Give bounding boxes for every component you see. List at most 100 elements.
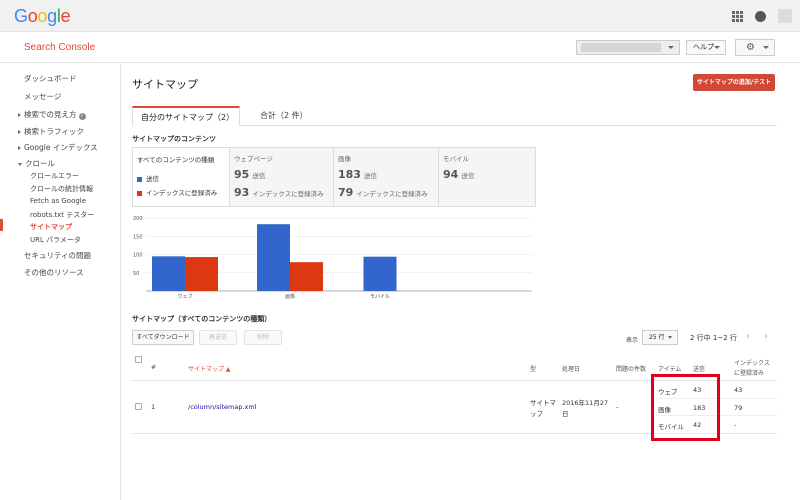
help-label: ヘルプ bbox=[693, 43, 714, 51]
legend-indexed-label: インデックスに登録済み bbox=[146, 189, 218, 197]
select-all-checkbox[interactable] bbox=[135, 356, 142, 363]
page-title: サイトマップ bbox=[132, 78, 198, 91]
delete-button[interactable]: 削除 bbox=[244, 330, 282, 345]
header-type[interactable]: 型 bbox=[530, 364, 536, 373]
legend-indexed: インデックスに登録済み bbox=[137, 187, 217, 197]
logo-letter-g: G bbox=[14, 6, 28, 26]
content-type-title: 画像 bbox=[338, 155, 351, 163]
contents-section-label: サイトマップのコンテンツ bbox=[132, 135, 216, 143]
header-items: アイテム bbox=[658, 366, 682, 373]
product-name[interactable]: Search Console bbox=[24, 42, 95, 53]
sidebar-item-search-traffic[interactable]: 検索トラフィック bbox=[18, 126, 84, 137]
sidebar-item-crawl[interactable]: クロール bbox=[18, 158, 55, 169]
content-type-web[interactable]: ウェブページ 95 送信 93 インデックスに登録済み bbox=[230, 148, 334, 206]
header-issues[interactable]: 問題の件数 bbox=[616, 364, 646, 373]
expand-arrow-icon bbox=[18, 113, 21, 117]
row-date-line2: 日 bbox=[562, 410, 569, 418]
sidebar-item-messages[interactable]: メッセージ bbox=[24, 91, 61, 102]
header-number: # bbox=[151, 364, 157, 371]
add-test-sitemap-button[interactable]: サイトマップの追加/テスト bbox=[693, 74, 775, 91]
row-date-line1: 2016年11月27 bbox=[562, 399, 609, 407]
notifications-icon[interactable] bbox=[755, 10, 766, 22]
bar-indexed bbox=[290, 262, 323, 291]
row-number: 1 bbox=[151, 403, 156, 411]
submitted-label: 送信 bbox=[252, 172, 266, 180]
sidebar-item-label: 検索での見え方 bbox=[24, 110, 77, 119]
sidebar-item-sitemaps[interactable]: サイトマップ bbox=[30, 222, 72, 232]
tab-all-sitemaps[interactable]: 合計（2 件） bbox=[252, 106, 316, 126]
logo-letter-g2: g bbox=[47, 6, 57, 26]
tab-bar: 自分のサイトマップ（2） 合計（2 件） bbox=[132, 106, 777, 126]
sub-header: Search Console ヘルプ ⚙ bbox=[0, 32, 800, 63]
row-checkbox[interactable] bbox=[135, 403, 142, 410]
submitted-label: 送信 bbox=[461, 172, 475, 180]
bar-submitted bbox=[257, 224, 290, 291]
highlight-annotation bbox=[651, 374, 720, 441]
header-sitemap[interactable]: サイトマップ ▲ bbox=[188, 364, 231, 373]
sidebar-item-security-issues[interactable]: セキュリティの問題 bbox=[24, 250, 91, 261]
help-button[interactable]: ヘルプ bbox=[686, 40, 726, 55]
legend-submitted-label: 送信 bbox=[146, 175, 159, 183]
property-name-redacted bbox=[581, 43, 661, 52]
sidebar-item-crawl-errors[interactable]: クロールエラー bbox=[30, 171, 79, 181]
sidebar-item-crawl-stats[interactable]: クロールの統計情報 bbox=[30, 184, 93, 194]
prev-page-button[interactable]: ‹ bbox=[740, 330, 756, 345]
header-processed[interactable]: 処理日 bbox=[562, 364, 580, 373]
sidebar-item-search-appearance[interactable]: 検索での見え方 i bbox=[18, 109, 86, 120]
sitemap-link[interactable]: /column/sitemap.xml bbox=[188, 403, 257, 411]
sidebar-item-google-index[interactable]: Google インデックス bbox=[18, 142, 98, 153]
pagination-range: 2 行中 1~2 行 bbox=[690, 334, 737, 342]
stat-submitted: 95 送信 bbox=[234, 168, 265, 181]
y-tick-label: 50 bbox=[133, 271, 139, 277]
rows-per-page-select[interactable]: 25 行 bbox=[642, 330, 678, 345]
legend-swatch-submitted bbox=[137, 176, 142, 182]
avatar[interactable] bbox=[778, 9, 792, 23]
sidebar-item-dashboard[interactable]: ダッシュボード bbox=[24, 73, 77, 84]
content-type-mobile[interactable]: モバイル 94 送信 bbox=[439, 148, 535, 206]
sidebar-item-fetch-as-google[interactable]: Fetch as Google bbox=[30, 197, 86, 205]
sidebar-item-label: Google インデックス bbox=[24, 143, 98, 152]
sidebar-divider bbox=[120, 64, 121, 500]
tab-my-sitemaps[interactable]: 自分のサイトマップ（2） bbox=[132, 106, 240, 126]
info-icon[interactable]: i bbox=[78, 113, 86, 120]
chart-svg: 50 100 150 200 ウェブ 画像 モバイル bbox=[133, 216, 532, 300]
download-all-button[interactable]: すべてダウンロード bbox=[132, 330, 194, 345]
content-type-title: すべてのコンテンツの種類 bbox=[137, 156, 215, 164]
header-indexed-line2[interactable]: に登録済み bbox=[734, 368, 764, 377]
expand-arrow-icon bbox=[18, 146, 21, 150]
header-submitted[interactable]: 送信 bbox=[693, 364, 705, 373]
x-tick-label: 画像 bbox=[285, 293, 295, 300]
content-type-images[interactable]: 画像 183 送信 79 インデックスに登録済み bbox=[334, 148, 439, 206]
apps-icon[interactable] bbox=[732, 10, 743, 22]
content-type-all[interactable]: すべてのコンテンツの種類 送信 インデックスに登録済み bbox=[133, 148, 230, 206]
chevron-left-icon: ‹ bbox=[746, 331, 750, 342]
display-label: 表示 bbox=[626, 337, 639, 344]
legend-submitted: 送信 bbox=[137, 173, 159, 183]
google-logo[interactable]: Google bbox=[14, 6, 71, 27]
x-tick-label: モバイル bbox=[370, 294, 390, 300]
property-selector[interactable] bbox=[576, 40, 680, 55]
resubmit-button[interactable]: 再送信 bbox=[199, 330, 237, 345]
sidebar-item-robots-tester[interactable]: robots.txt テスター bbox=[30, 210, 94, 220]
gear-icon: ⚙ bbox=[746, 42, 755, 53]
stat-indexed: 93 インデックスに登録済み bbox=[234, 186, 324, 199]
indexed-count: 79 bbox=[338, 186, 354, 199]
chevron-right-icon: › bbox=[764, 331, 768, 342]
next-page-button[interactable]: › bbox=[758, 330, 774, 345]
submitted-count: 95 bbox=[234, 168, 250, 181]
sidebar-item-other-resources[interactable]: その他のリソース bbox=[24, 267, 84, 278]
bar-submitted bbox=[152, 256, 185, 291]
collapse-arrow-icon bbox=[18, 162, 22, 166]
chevron-down-icon bbox=[668, 336, 672, 339]
sidebar-item-url-parameters[interactable]: URL パラメータ bbox=[30, 235, 81, 245]
settings-button[interactable]: ⚙ bbox=[735, 39, 775, 56]
header-indexed-line1[interactable]: インデックス bbox=[734, 358, 770, 367]
content-type-selector: すべてのコンテンツの種類 送信 インデックスに登録済み ウェブページ 95 送信 … bbox=[132, 147, 536, 207]
active-indicator bbox=[0, 219, 3, 231]
chevron-down-icon bbox=[763, 46, 769, 49]
item-indexed-web: 43 bbox=[734, 386, 743, 394]
top-bar: Google bbox=[0, 0, 800, 32]
legend-swatch-indexed bbox=[137, 190, 142, 196]
sitemaps-table-section-label: サイトマップ（すべてのコンテンツの種類） bbox=[132, 315, 272, 323]
sidebar-item-label: クロール bbox=[25, 159, 55, 168]
